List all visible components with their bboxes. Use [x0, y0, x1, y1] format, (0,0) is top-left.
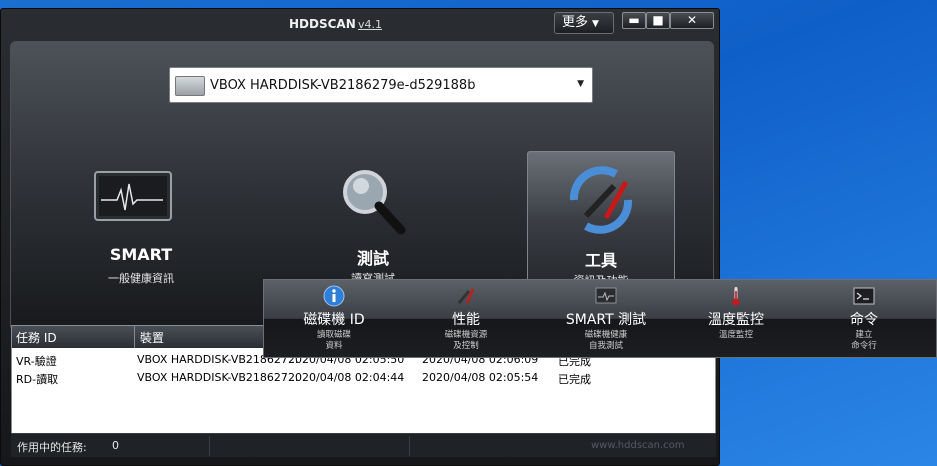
menu-item-sub: 溫度監控	[718, 330, 753, 340]
cell-status: 已完成	[558, 373, 591, 386]
magnifier-icon	[343, 170, 406, 235]
hard-drive-icon	[175, 76, 205, 96]
more-menu-button[interactable]: 更多 ▼	[554, 12, 614, 34]
pulse-icon	[595, 287, 617, 304]
tile-sub: 一般健康資訊	[108, 272, 174, 285]
menu-item-label: 命令	[850, 312, 878, 328]
website-link[interactable]: www.hddscan.com	[591, 440, 685, 451]
cell-start: 2020/04/08 02:04:44	[288, 371, 405, 384]
info-icon	[323, 285, 345, 307]
column-header-device[interactable]: 裝置	[140, 329, 164, 346]
chevron-down-icon: ▼	[577, 79, 584, 89]
table-row[interactable]: RD-讀取 VBOX HARDDISK-VB218627... 2020/04/…	[12, 370, 715, 386]
app-window: HDDSCAN v4.1 更多 ▼ ▬ ■ ✕ VBOX HARDDISK-VB2…	[0, 8, 720, 466]
menu-item-label: SMART 測試	[565, 312, 647, 328]
chevron-down-icon: ▼	[592, 19, 599, 29]
app-title: HDDSCAN	[289, 17, 356, 31]
monitor-icon	[94, 171, 172, 221]
version-link[interactable]: v4.1	[358, 18, 382, 31]
tile-test[interactable]: 測試 讀寫測試	[299, 150, 447, 290]
menu-item-sub: 讀取磁碟 資料	[316, 330, 351, 351]
tools-menu: 磁碟機 ID 讀取磁碟 資料 性能 磁碟機資源 及控制 SMART 測試 磁碟機健康…	[263, 279, 937, 358]
thermometer-icon	[732, 287, 740, 306]
tile-label: SMART	[109, 245, 173, 264]
hammer-icon	[457, 288, 475, 304]
tile-label: 測試	[356, 249, 389, 268]
tile-smart[interactable]: SMART 一般健康資訊	[67, 150, 215, 290]
menu-item-label: 性能	[452, 312, 480, 328]
maximize-button[interactable]: ■	[646, 12, 670, 29]
cell-task-id: VR-驗證	[16, 355, 57, 368]
menu-item-smart-test[interactable]: SMART 測試 磁碟機健康 自我測試	[546, 280, 666, 359]
title-bar[interactable]: HDDSCAN v4.1 更多 ▼ ▬ ■ ✕	[1, 9, 719, 37]
active-tasks-label: 作用中的任務:	[17, 441, 87, 454]
cell-end: 2020/04/08 02:05:54	[422, 371, 539, 384]
menu-item-label: 溫度監控	[708, 312, 764, 328]
menu-item-command[interactable]: 命令 建立 命令行	[804, 280, 924, 359]
menu-item-sub: 磁碟機健康 自我測試	[584, 330, 628, 351]
menu-item-label: 磁碟機 ID	[303, 312, 365, 328]
drive-select[interactable]: VBOX HARDDISK-VB2186279e-d529188b ▼	[169, 67, 593, 103]
active-tasks-count: 0	[112, 439, 119, 452]
drive-name: VBOX HARDDISK-VB2186279e-d529188b	[210, 78, 476, 93]
menu-item-sub: 建立 命令行	[851, 330, 877, 351]
minimize-button[interactable]: ▬	[622, 12, 646, 29]
tools-icon	[569, 166, 633, 234]
tile-tools[interactable]: 工具 資訊及功能	[527, 151, 675, 291]
cell-task-id: RD-讀取	[16, 373, 59, 386]
menu-item-drive-id[interactable]: 磁碟機 ID 讀取磁碟 資料	[274, 280, 394, 359]
menu-item-sub: 磁碟機資源 及控制	[444, 330, 488, 351]
menu-item-temperature[interactable]: 溫度監控 溫度監控	[676, 280, 796, 359]
terminal-icon	[853, 287, 875, 305]
more-label: 更多	[562, 15, 589, 30]
column-header-task-id[interactable]: 任務 ID	[16, 329, 57, 346]
status-bar: 作用中的任務: 0 www.hddscan.com	[11, 433, 716, 457]
tile-label: 工具	[584, 251, 617, 270]
cell-device: VBOX HARDDISK-VB218627...	[137, 371, 299, 384]
menu-item-performance[interactable]: 性能 磁碟機資源 及控制	[406, 280, 526, 359]
close-button[interactable]: ✕	[670, 12, 714, 29]
